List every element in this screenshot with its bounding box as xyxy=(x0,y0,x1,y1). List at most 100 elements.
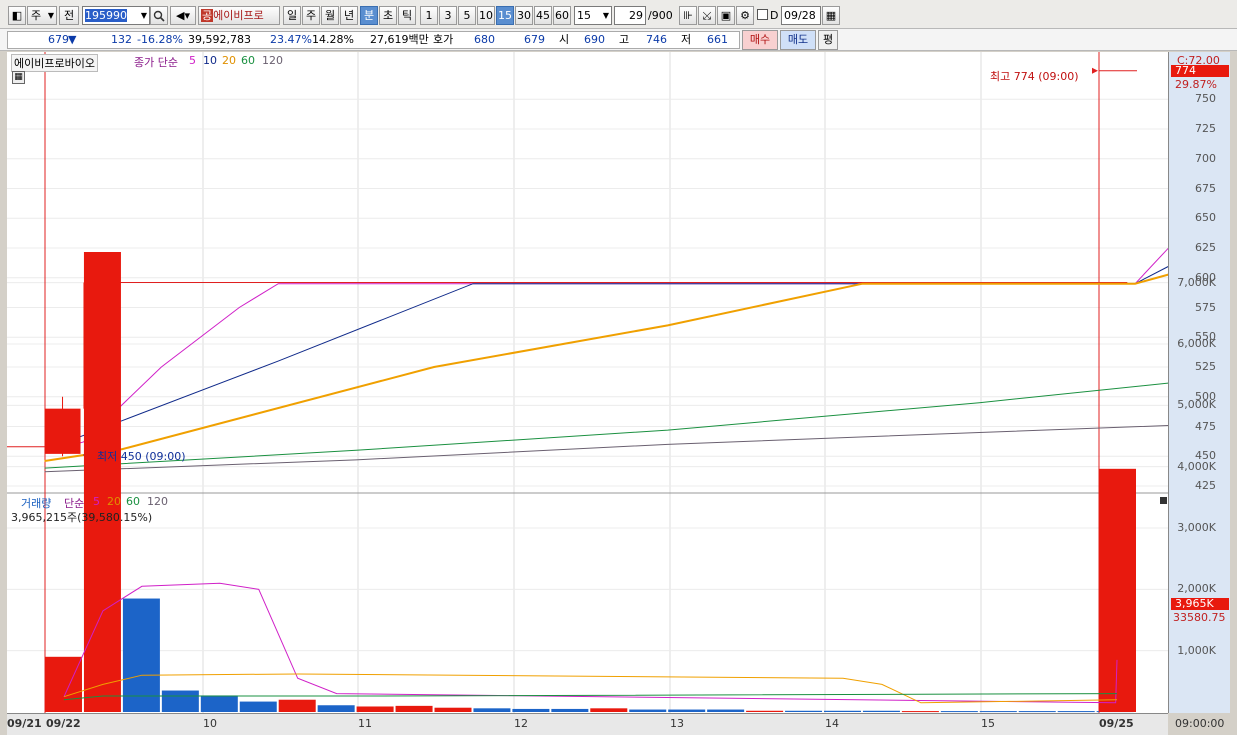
calendar-icon[interactable]: ▦ xyxy=(822,6,840,25)
change-arrow: ▼ xyxy=(68,33,77,46)
d-checkbox[interactable] xyxy=(757,9,768,20)
x-label-11: 11 xyxy=(358,717,372,730)
high-label: 고 xyxy=(619,33,630,46)
price-ma-120 xyxy=(44,425,1168,473)
low-annotation: 최저 450 (09:00) xyxy=(97,450,186,463)
volume-bar-26 xyxy=(1057,711,1095,713)
chevron-down-icon: ▼ xyxy=(602,11,609,20)
volume-bar-10 xyxy=(434,707,472,712)
volume-ratio-2: 14.28% xyxy=(312,33,354,46)
chevron-down-icon: ▼ xyxy=(140,11,147,20)
market-select[interactable]: 주 ▼ xyxy=(27,6,57,25)
price-ma-10 xyxy=(44,266,1168,451)
volume-current-sub: 33580.75 xyxy=(1173,611,1226,624)
stock-code-input[interactable]: 195990 ▼ xyxy=(82,6,150,25)
price-tick-475: 475 xyxy=(1195,419,1216,433)
price-legend-name: 에이비프로바이오 xyxy=(11,54,98,72)
volume-tick-6: 1,000K xyxy=(1177,643,1216,657)
chart-area[interactable]: 에이비프로바이오 종가 단순 5 10 20 60 120 ▦ 최고 774 (… xyxy=(7,52,1168,713)
volume-bar-13 xyxy=(551,708,589,712)
legend-ma120: 120 xyxy=(262,54,283,67)
volume-bar-3 xyxy=(161,690,199,712)
interval-input[interactable]: 15 ▼ xyxy=(574,6,612,25)
x-label-0921: 09/21 xyxy=(7,717,42,730)
price-tick-750: 750 xyxy=(1195,92,1216,106)
search-icon-svg xyxy=(153,10,165,22)
vol-legend-ma120: 120 xyxy=(147,495,168,508)
legend-ma20: 20 xyxy=(222,54,236,67)
vol-legend-ma20: 20 xyxy=(107,495,121,508)
stock-code-value: 195990 xyxy=(85,9,127,22)
prev-button[interactable]: 전 xyxy=(59,6,79,25)
cross-line-icon[interactable]: ⤩ xyxy=(698,6,716,25)
volume-bar-18 xyxy=(746,710,784,712)
period-year[interactable]: 년 xyxy=(340,6,358,25)
x-axis-time: 09:00:00 xyxy=(1175,717,1225,730)
x-label-12: 12 xyxy=(514,717,528,730)
volume-bar-1 xyxy=(83,252,121,712)
volume-bar-24 xyxy=(979,711,1017,713)
change-percent: -16.28% xyxy=(137,33,183,46)
brand-prefix: 공 xyxy=(201,9,214,22)
legend-ma5: 5 xyxy=(189,54,196,67)
stock-name-field[interactable]: 공에이비프로 xyxy=(198,6,280,25)
interval-1[interactable]: 1 xyxy=(420,6,438,25)
count-input[interactable]: 29 xyxy=(614,6,646,25)
buy-button[interactable]: 매수 xyxy=(742,30,778,50)
period-day[interactable]: 일 xyxy=(283,6,301,25)
save-icon[interactable]: ▣ xyxy=(717,6,735,25)
open-label: 시 xyxy=(559,33,570,46)
high-price: 746 xyxy=(646,33,667,46)
price-tick-525: 525 xyxy=(1195,360,1216,373)
low-label: 저 xyxy=(681,33,692,46)
volume: 39,592,783 xyxy=(188,33,251,46)
close-pane-icon[interactable] xyxy=(1160,497,1167,504)
price-current-pct: 29.87% xyxy=(1175,78,1217,91)
volume-tick-2: 5,000K xyxy=(1177,398,1216,412)
x-label-13: 13 xyxy=(670,717,684,730)
volume-bar-21 xyxy=(862,710,900,712)
layout-icon[interactable]: ◧ xyxy=(8,6,26,25)
gear-icon[interactable]: ⚙ xyxy=(736,6,754,25)
bid-price: 679 xyxy=(524,33,545,46)
sell-button[interactable]: 매도 xyxy=(780,30,816,50)
interval-45[interactable]: 45 xyxy=(534,6,552,25)
interval-3[interactable]: 3 xyxy=(439,6,457,25)
interval-30[interactable]: 30 xyxy=(515,6,533,25)
trade-amount: 27,619백만 xyxy=(370,33,429,46)
period-month[interactable]: 월 xyxy=(321,6,339,25)
date-input[interactable]: 09/28 xyxy=(781,6,821,25)
volume-bar-0 xyxy=(45,656,82,712)
candle-type-icon[interactable]: ⊪ xyxy=(679,6,697,25)
avg-button[interactable]: 평 xyxy=(818,30,838,50)
price-tick-650: 650 xyxy=(1195,211,1216,225)
volume-bar-16 xyxy=(668,709,706,712)
interval-input-value: 15 xyxy=(577,9,591,22)
interval-60[interactable]: 60 xyxy=(553,6,571,25)
volume-bar-23 xyxy=(940,711,978,713)
interval-15[interactable]: 15 xyxy=(496,6,514,25)
volume-current: 3,965,215주(39,580.15%) xyxy=(11,511,153,524)
price-ma-5 xyxy=(44,247,1168,454)
volume-ma-5 xyxy=(63,582,1118,704)
volume-bar-17 xyxy=(707,709,745,712)
search-icon[interactable] xyxy=(150,6,168,25)
volume-bar-12 xyxy=(512,708,550,712)
interval-5[interactable]: 5 xyxy=(458,6,476,25)
legend-ma10: 10 xyxy=(203,54,217,67)
vol-legend-ma5: 5 xyxy=(93,495,100,508)
period-tick[interactable]: 틱 xyxy=(398,6,416,25)
ask-price: 680 xyxy=(474,33,495,46)
quote-label: 호가 xyxy=(433,33,454,46)
sound-icon[interactable]: ◀▾ xyxy=(170,6,196,25)
chart-canvas[interactable] xyxy=(7,52,1168,713)
period-minute[interactable]: 분 xyxy=(360,6,378,25)
interval-10[interactable]: 10 xyxy=(477,6,495,25)
change-value: 132 xyxy=(111,33,132,46)
period-week[interactable]: 주 xyxy=(302,6,320,25)
chevron-down-icon: ▼ xyxy=(47,11,54,20)
grid-table-icon[interactable]: ▦ xyxy=(12,71,25,84)
price-tick-700: 700 xyxy=(1195,151,1216,165)
low-price: 661 xyxy=(707,33,728,46)
period-second[interactable]: 초 xyxy=(379,6,397,25)
